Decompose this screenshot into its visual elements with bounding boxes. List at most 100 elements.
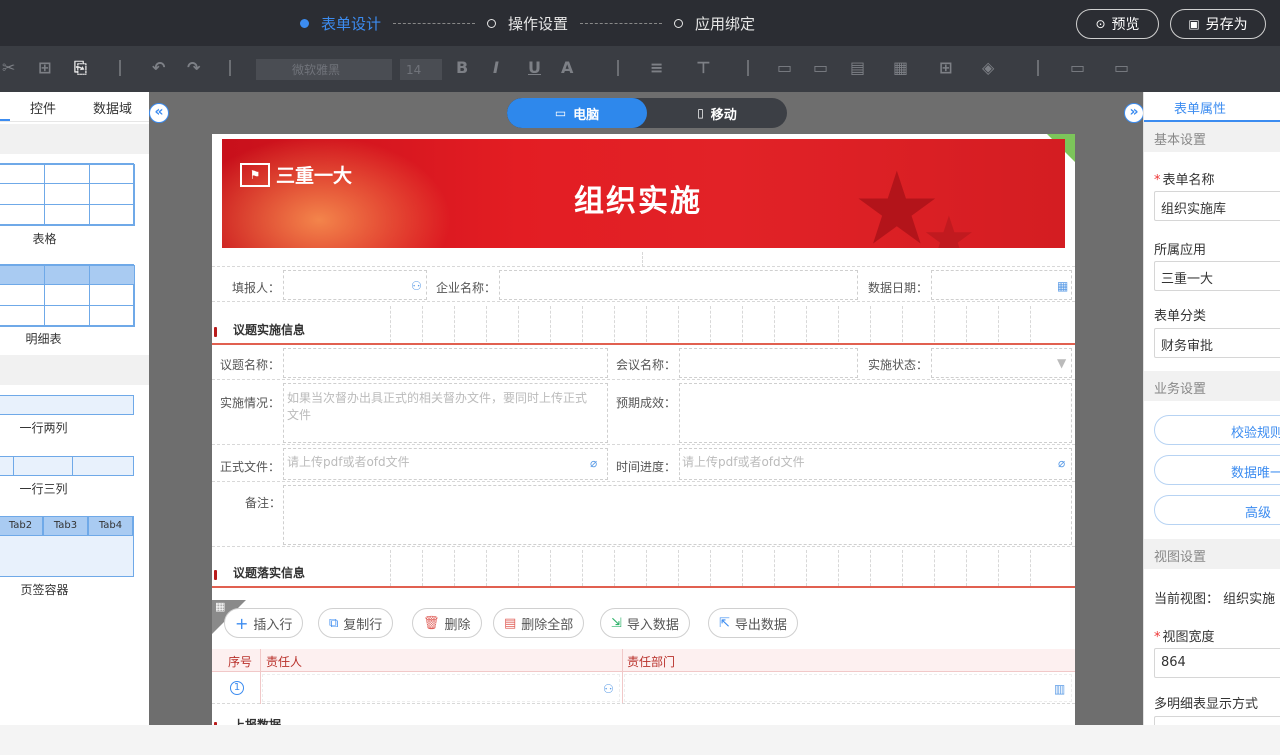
button-label: 插入行 <box>253 617 293 633</box>
font-family-value: 微软雅黑 <box>292 63 341 77</box>
department-icon[interactable]: ▥ <box>1054 682 1065 696</box>
row-index: 1 <box>230 681 244 695</box>
two-column-component-preview[interactable] <box>0 395 134 415</box>
tab-controls[interactable]: 控件 <box>30 98 56 117</box>
frame-icon[interactable]: ▭ <box>1114 58 1129 77</box>
data-unique-button[interactable]: 数据唯一 <box>1154 455 1280 485</box>
app-input[interactable]: 三重一大 <box>1154 261 1280 291</box>
user-icon[interactable]: ⚇ <box>411 279 422 293</box>
company-field[interactable] <box>499 270 858 300</box>
date-field[interactable] <box>931 270 1072 300</box>
redo-icon[interactable]: ↷ <box>187 58 200 77</box>
underline-icon[interactable]: U <box>528 58 541 77</box>
step-nav: 表单设计 操作设置 应用绑定 <box>300 0 755 46</box>
export-icon: ⇱ <box>719 615 730 631</box>
split-cells-icon[interactable]: ▭ <box>813 58 828 77</box>
copy-row-button[interactable]: ⧉ 复制行 <box>318 608 394 638</box>
meeting-field[interactable] <box>679 348 858 378</box>
paste-icon[interactable]: ⎘ <box>74 58 87 78</box>
form-canvas[interactable]: ★ ★ ⚑ 三重一大 组织实施 填报人： ⚇ 企业名称： 数据日期： ▦ 议题实… <box>212 134 1075 725</box>
tab-form-properties[interactable]: 表单属性 <box>1174 98 1226 117</box>
multi-detail-label: 多明细表显示方式 <box>1154 697 1259 712</box>
tab-data-fields[interactable]: 数据域 <box>93 98 132 117</box>
category-label: 表单分类 <box>1154 309 1207 324</box>
toolbar-divider <box>747 60 749 76</box>
component-label: 一行两列 <box>19 421 68 435</box>
button-label: 导入数据 <box>626 617 679 633</box>
section-underline <box>212 343 1075 345</box>
font-size-select[interactable]: 14 <box>400 59 442 80</box>
toolbar-divider <box>1037 60 1039 76</box>
reporter-field[interactable] <box>283 270 427 300</box>
fill-icon[interactable]: ▦ <box>893 58 908 77</box>
font-family-select[interactable]: 微软雅黑 <box>256 59 392 80</box>
export-data-button[interactable]: ⇱ 导出数据 <box>708 608 798 638</box>
phone-icon: ▯ <box>697 106 704 120</box>
bold-icon[interactable]: B <box>456 58 468 77</box>
responsible-dept-cell[interactable] <box>624 674 1072 702</box>
user-icon[interactable]: ⚇ <box>603 682 614 696</box>
step-operation-settings[interactable]: 操作设置 <box>487 13 568 34</box>
remark-textarea[interactable] <box>283 485 1072 545</box>
dropdown-arrow-icon[interactable]: ▼ <box>1057 356 1066 370</box>
field-label: 会议名称： <box>616 358 677 372</box>
desktop-toggle[interactable]: ▭ 电脑 <box>507 98 647 128</box>
layout-icon[interactable]: ▭ <box>1070 58 1085 77</box>
valign-icon[interactable]: ⊤ <box>696 58 711 77</box>
collapse-right-icon[interactable]: » <box>1124 103 1144 123</box>
three-column-component-preview[interactable] <box>0 456 134 476</box>
section-title: 上报数据 <box>233 718 282 725</box>
field-label: 实施状态： <box>868 358 929 372</box>
step-dot-icon <box>300 18 309 28</box>
field-label: 企业名称： <box>436 281 497 295</box>
step-label: 操作设置 <box>508 14 569 33</box>
view-width-input[interactable]: 864 <box>1154 648 1280 678</box>
tab-container-header: Tab2 Tab3 Tab4 <box>0 516 133 536</box>
plus-icon: + <box>235 613 249 633</box>
form-name-input[interactable]: 组织实施库 <box>1154 191 1280 221</box>
copy-icon[interactable]: ⊞ <box>38 58 51 77</box>
table-icon[interactable]: ⊞ <box>939 58 952 77</box>
mobile-toggle[interactable]: ▯ 移动 <box>647 98 787 128</box>
cut-icon[interactable]: ✂ <box>2 58 15 77</box>
status-select[interactable] <box>931 348 1072 378</box>
font-color-icon[interactable]: A <box>561 58 573 77</box>
category-select[interactable]: 财务审批 <box>1154 328 1280 358</box>
responsible-person-cell[interactable] <box>262 674 620 702</box>
merge-cells-icon[interactable]: ▭ <box>777 58 792 77</box>
detail-table-component-preview[interactable] <box>0 264 135 327</box>
advanced-button[interactable]: 高级 <box>1154 495 1280 525</box>
component-tabs: 控件 数据域 <box>0 92 149 122</box>
paint-icon[interactable]: ◈ <box>982 58 994 77</box>
field-label: 填报人： <box>232 281 281 295</box>
tab-container-component-preview[interactable]: Tab2 Tab3 Tab4 <box>0 516 134 577</box>
save-as-button[interactable]: ▣ 另存为 <box>1170 9 1266 39</box>
button-label: 导出数据 <box>734 617 787 633</box>
step-app-binding[interactable]: 应用绑定 <box>674 13 755 34</box>
undo-icon[interactable]: ↶ <box>152 58 165 77</box>
import-data-button[interactable]: ⇲ 导入数据 <box>600 608 690 638</box>
italic-icon[interactable]: I <box>493 58 499 77</box>
calendar-icon[interactable]: ▦ <box>1057 279 1068 293</box>
attachment-icon[interactable]: ⌀ <box>1058 456 1065 470</box>
preview-button[interactable]: ⊙ 预览 <box>1076 9 1159 39</box>
expectation-textarea[interactable] <box>679 383 1072 443</box>
detail-table-header: 序号 责任人 责任部门 <box>212 649 1075 672</box>
validation-rules-button[interactable]: 校验规则 <box>1154 415 1280 445</box>
field-label: 备注： <box>245 496 282 510</box>
delete-button[interactable]: 🗑 删除 <box>412 608 482 638</box>
banner-logo-text: 三重一大 <box>276 165 353 187</box>
trash-all-icon: ▤ <box>504 615 517 631</box>
step-form-design[interactable]: 表单设计 <box>300 13 381 34</box>
section-underline <box>212 586 1075 588</box>
attachment-icon[interactable]: ⌀ <box>590 456 597 470</box>
border-icon[interactable]: ▤ <box>850 58 865 77</box>
step-divider <box>393 22 476 24</box>
insert-row-button[interactable]: + 插入行 <box>224 608 304 638</box>
column-header: 序号 <box>228 655 253 669</box>
table-component-preview[interactable] <box>0 163 135 226</box>
collapse-left-icon[interactable]: « <box>149 103 169 123</box>
align-icon[interactable]: ≡ <box>650 58 663 77</box>
delete-all-button[interactable]: ▤ 删除全部 <box>493 608 585 638</box>
topic-field[interactable] <box>283 348 608 378</box>
